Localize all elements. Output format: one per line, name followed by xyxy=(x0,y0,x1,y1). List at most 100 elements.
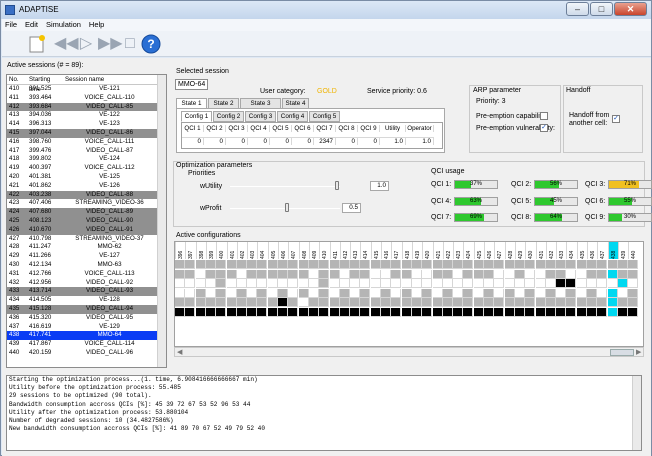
config-cell[interactable] xyxy=(597,288,608,298)
session-row[interactable]: 423 407.406 STREAMING_VIDEO-36 xyxy=(7,199,166,208)
config-cell[interactable] xyxy=(463,279,474,288)
config-cell[interactable] xyxy=(175,279,185,288)
config-column-header[interactable]: 410 xyxy=(319,242,330,259)
config-cell[interactable] xyxy=(422,260,433,269)
config-cell[interactable] xyxy=(453,307,464,317)
config-cell[interactable] xyxy=(257,288,268,298)
config-cell[interactable] xyxy=(319,307,330,317)
config-cell[interactable] xyxy=(432,307,443,317)
session-row[interactable]: 440 420.159 VIDEO_CALL-96 xyxy=(7,349,166,358)
config-cell[interactable] xyxy=(195,279,206,288)
config-cell[interactable] xyxy=(607,279,618,288)
config-cell[interactable] xyxy=(514,307,525,317)
config-cell[interactable] xyxy=(463,269,474,279)
config-cell[interactable] xyxy=(484,269,494,279)
config-cell[interactable] xyxy=(535,269,546,279)
config-cell[interactable] xyxy=(545,288,556,298)
config-cell[interactable] xyxy=(226,279,237,288)
config-cell[interactable] xyxy=(463,260,474,269)
config-cell[interactable] xyxy=(257,298,268,307)
config-column-header[interactable]: 423 xyxy=(453,242,464,259)
config-cell[interactable] xyxy=(298,260,309,269)
config-cell[interactable] xyxy=(576,269,587,279)
config-cell[interactable] xyxy=(556,279,567,288)
qci-table-cell[interactable]: 1.0 xyxy=(380,137,406,145)
stop-icon[interactable]: □ xyxy=(120,34,140,54)
config-cell[interactable] xyxy=(628,298,639,307)
config-cell[interactable] xyxy=(617,279,628,288)
config-column-header[interactable]: 409 xyxy=(308,242,319,259)
config-cell[interactable] xyxy=(525,288,536,298)
config-cell[interactable] xyxy=(628,269,639,279)
session-row[interactable]: 415 397.044 VIDEO_CALL-86 xyxy=(7,128,166,138)
config-cell[interactable] xyxy=(597,269,608,279)
config-cell[interactable] xyxy=(535,288,546,298)
config-cell[interactable] xyxy=(391,260,402,269)
tab-config-1[interactable]: Config 1 xyxy=(181,111,212,122)
config-cell[interactable] xyxy=(545,298,556,307)
config-cell[interactable] xyxy=(185,298,196,307)
maximize-button[interactable]: □ xyxy=(590,2,613,16)
config-cell[interactable] xyxy=(205,269,216,279)
scroll-thumb[interactable] xyxy=(610,349,634,356)
config-cell[interactable] xyxy=(257,279,268,288)
config-cell[interactable] xyxy=(628,279,639,288)
config-cell[interactable] xyxy=(556,298,567,307)
session-row[interactable]: 436 415.320 VIDEO_CALL-95 xyxy=(7,314,166,323)
session-row[interactable]: 427 410.798 STREAMING_VIDEO-37 xyxy=(7,235,166,244)
config-cell[interactable] xyxy=(329,279,340,288)
config-cell[interactable] xyxy=(422,298,433,307)
config-cell[interactable] xyxy=(473,298,484,307)
config-cell[interactable] xyxy=(370,307,381,317)
session-row[interactable]: 416 398.760 VOICE_CALL-111 xyxy=(7,138,166,147)
config-cell[interactable] xyxy=(267,269,278,279)
config-cell[interactable] xyxy=(514,260,525,269)
config-cell[interactable] xyxy=(473,269,484,279)
config-column-header[interactable]: 401 xyxy=(226,242,237,259)
config-cell[interactable] xyxy=(484,279,494,288)
config-cell[interactable] xyxy=(370,288,381,298)
config-cell[interactable] xyxy=(494,260,505,269)
close-button[interactable]: ✕ xyxy=(614,2,647,16)
minimize-button[interactable]: – xyxy=(566,2,589,16)
config-cell[interactable] xyxy=(278,260,288,269)
config-column-header[interactable]: 399 xyxy=(205,242,216,259)
session-row[interactable]: 412 393.684 VIDEO_CALL-85 xyxy=(7,102,166,112)
config-cell[interactable] xyxy=(587,260,597,269)
scroll-left-icon[interactable]: ◀ xyxy=(177,348,182,356)
config-cell[interactable] xyxy=(587,307,597,317)
config-cell[interactable] xyxy=(319,288,330,298)
rewind-icon[interactable]: ◀◀ xyxy=(54,34,79,54)
config-cell[interactable] xyxy=(494,269,505,279)
config-column-header[interactable]: 413 xyxy=(350,242,361,259)
config-cell[interactable] xyxy=(319,279,330,288)
session-row[interactable]: 411 393.464 VOICE_CALL-110 xyxy=(7,94,166,103)
config-cell[interactable] xyxy=(525,269,536,279)
config-cell[interactable] xyxy=(308,269,319,279)
config-cell[interactable] xyxy=(267,288,278,298)
config-cell[interactable] xyxy=(422,279,433,288)
config-cell[interactable] xyxy=(360,269,371,279)
config-cell[interactable] xyxy=(566,298,577,307)
config-column-header[interactable]: 415 xyxy=(370,242,381,259)
config-cell[interactable] xyxy=(175,307,185,317)
config-column-header[interactable]: 416 xyxy=(381,242,391,259)
config-column-header[interactable]: 440 xyxy=(628,242,639,259)
session-row[interactable]: 426 410.670 VIDEO_CALL-91 xyxy=(7,225,166,235)
tab-config-2[interactable]: Config 2 xyxy=(213,111,244,122)
config-column-header[interactable]: 434 xyxy=(566,242,577,259)
config-cell[interactable] xyxy=(175,288,185,298)
config-cell[interactable] xyxy=(205,260,216,269)
config-cell[interactable] xyxy=(535,279,546,288)
config-column-header[interactable]: 432 xyxy=(545,242,556,259)
qci-table-cell[interactable]: 0 xyxy=(204,137,226,145)
config-cell[interactable] xyxy=(442,298,453,307)
config-cell[interactable] xyxy=(205,279,216,288)
config-cell[interactable] xyxy=(504,260,515,269)
col-no[interactable]: No. xyxy=(7,75,27,84)
config-cell[interactable] xyxy=(545,307,556,317)
config-cell[interactable] xyxy=(236,269,247,279)
session-row[interactable]: 432 412.956 VIDEO_CALL-92 xyxy=(7,279,166,288)
config-column-header[interactable]: 414 xyxy=(360,242,371,259)
qci-table-cell[interactable]: 0 xyxy=(226,137,248,145)
